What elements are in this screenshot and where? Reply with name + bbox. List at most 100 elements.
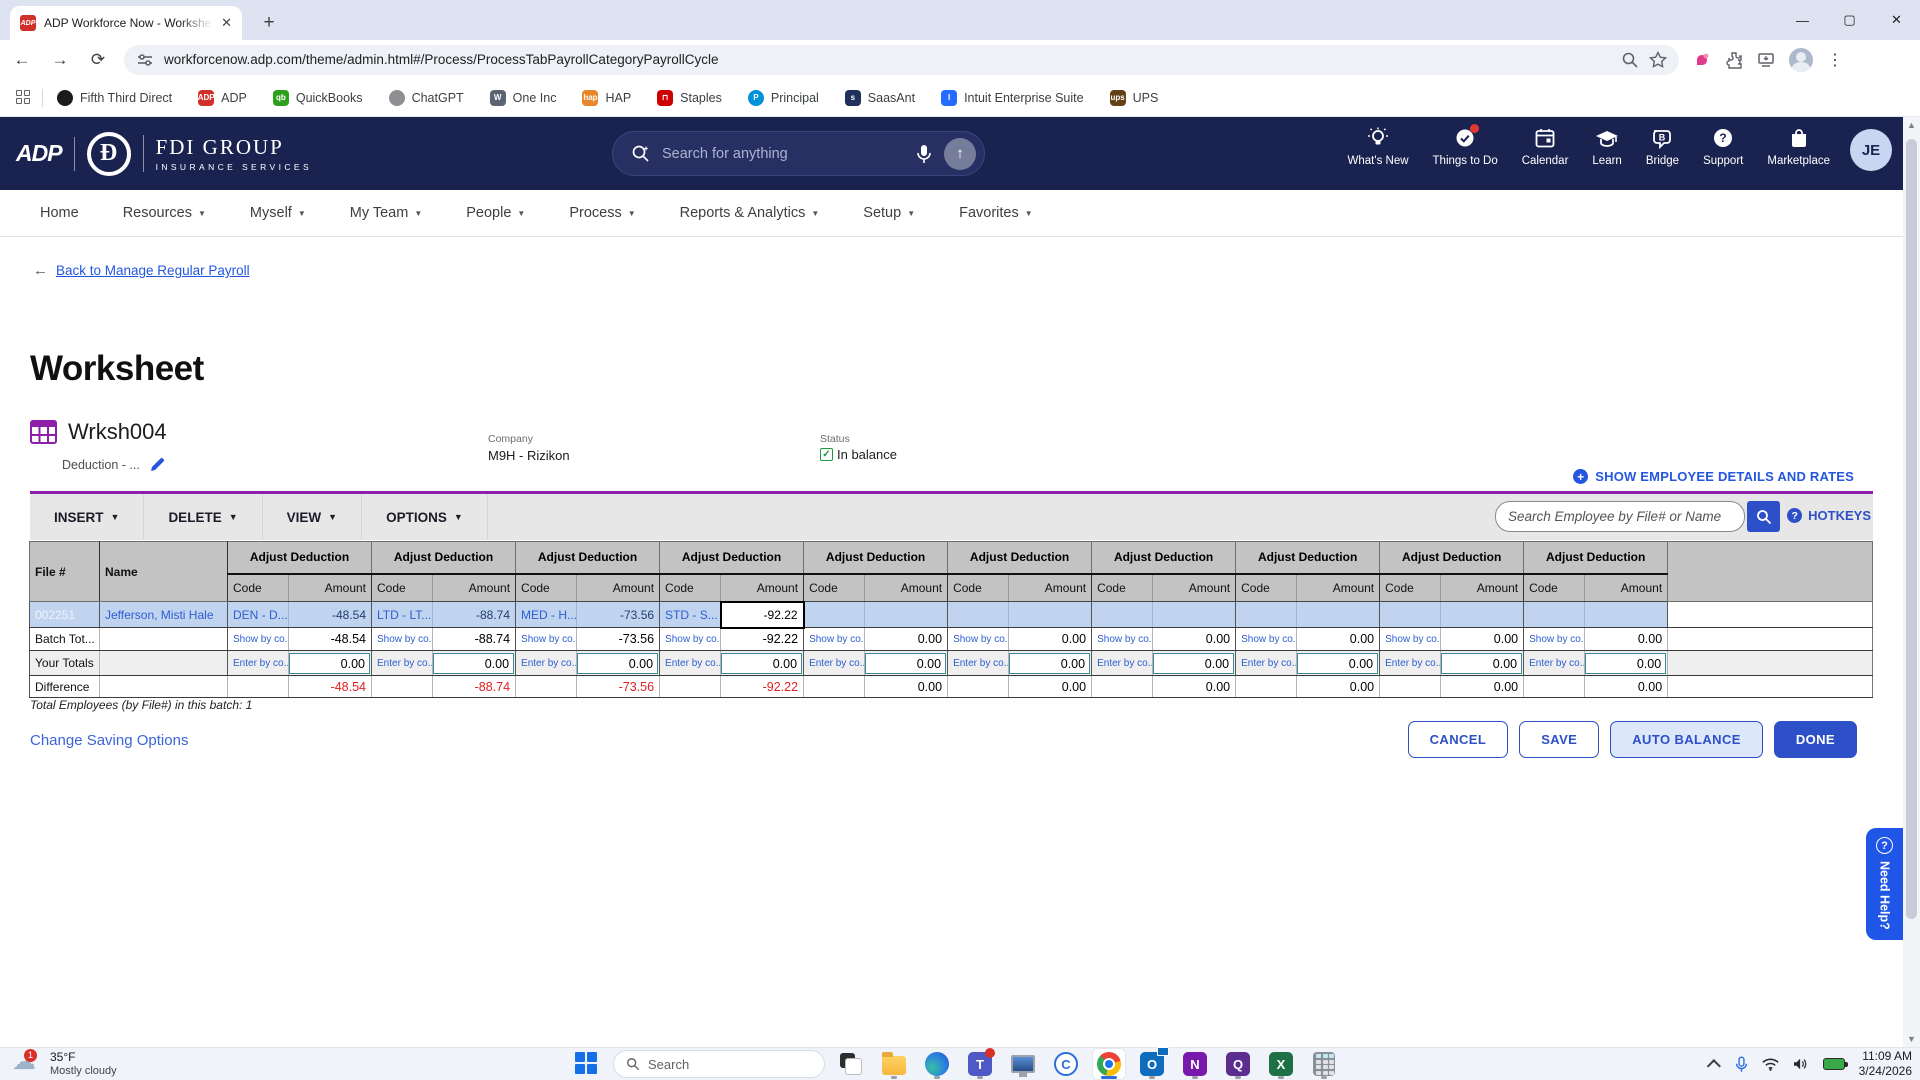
page-scrollbar[interactable]: ▲ ▼ [1903, 117, 1920, 1047]
enter-by-code-link[interactable]: Enter by co... [372, 651, 433, 676]
battery-icon[interactable] [1823, 1058, 1845, 1070]
microphone-icon[interactable] [916, 144, 932, 164]
show-by-code-link[interactable]: Show by co... [804, 628, 865, 651]
your-total-input[interactable]: 0.00 [865, 653, 946, 674]
scroll-up-icon[interactable]: ▲ [1903, 117, 1920, 133]
bookmark-item[interactable]: qbQuickBooks [273, 90, 363, 106]
search-submit-button[interactable]: ↑ [944, 138, 976, 170]
deduction-code-cell[interactable] [1092, 602, 1153, 628]
taskbar-clock[interactable]: 11:09 AM 3/24/2026 [1859, 1049, 1912, 1079]
enter-by-code-link[interactable]: Enter by co... [948, 651, 1009, 676]
show-by-code-link[interactable]: Show by co... [228, 628, 289, 651]
header-action-learn[interactable]: Learn [1592, 127, 1621, 167]
back-link-text[interactable]: Back to Manage Regular Payroll [56, 263, 250, 278]
nav-item-favorites[interactable]: Favorites▼ [959, 205, 1033, 221]
deduction-code-cell[interactable] [1236, 602, 1297, 628]
employee-file-number[interactable]: 002251 [30, 602, 100, 628]
calculator-icon[interactable] [1307, 1048, 1341, 1080]
forward-icon[interactable]: → [44, 44, 76, 76]
show-employee-details-link[interactable]: + SHOW EMPLOYEE DETAILS AND RATES [1573, 469, 1854, 484]
deduction-amount-cell[interactable] [1153, 602, 1236, 628]
nav-item-process[interactable]: Process▼ [569, 205, 635, 221]
nav-item-myself[interactable]: Myself▼ [250, 205, 306, 221]
deduction-code-cell[interactable] [948, 602, 1009, 628]
browser-tab[interactable]: ADP ADP Workforce Now - Workshe ✕ [10, 6, 242, 40]
enter-by-code-link[interactable]: Enter by co... [228, 651, 289, 676]
your-total-input[interactable]: 0.00 [433, 653, 514, 674]
browser-profile-avatar[interactable] [1789, 48, 1813, 72]
site-info-icon[interactable] [136, 51, 154, 69]
bookmark-item[interactable]: upsUPS [1110, 90, 1159, 106]
edit-pencil-icon[interactable] [150, 457, 165, 472]
show-by-code-link[interactable]: Show by co... [372, 628, 433, 651]
header-action-calendar[interactable]: Calendar [1522, 127, 1569, 167]
zoom-icon[interactable] [1621, 51, 1639, 69]
browser-menu-icon[interactable]: ⋮ [1827, 50, 1843, 70]
header-action-marketplace[interactable]: Marketplace [1767, 127, 1830, 167]
header-action-support[interactable]: ?Support [1703, 127, 1743, 167]
enter-by-code-link[interactable]: Enter by co... [1236, 651, 1297, 676]
bookmark-item[interactable]: sSaasAnt [845, 90, 915, 106]
deduction-amount-cell[interactable]: -88.74 [433, 602, 516, 628]
deduction-code-cell[interactable]: LTD - LT... [372, 602, 433, 628]
wifi-icon[interactable] [1762, 1058, 1779, 1071]
task-view-icon[interactable] [834, 1048, 868, 1080]
your-total-input[interactable]: 0.00 [1153, 653, 1234, 674]
hotkeys-button[interactable]: ? HOTKEYS [1787, 508, 1871, 523]
nav-item-setup[interactable]: Setup▼ [863, 205, 915, 221]
show-by-code-link[interactable]: Show by co... [1524, 628, 1585, 651]
your-total-input[interactable]: 0.00 [289, 653, 370, 674]
enter-by-code-link[interactable]: Enter by co... [516, 651, 577, 676]
onenote-icon[interactable]: N [1178, 1048, 1212, 1080]
deduction-amount-cell[interactable]: -48.54 [289, 602, 372, 628]
auto-balance-button[interactable]: AUTO BALANCE [1610, 721, 1763, 758]
bookmark-item[interactable]: ADPADP [198, 90, 247, 106]
deduction-code-cell[interactable] [1524, 602, 1585, 628]
show-by-code-link[interactable]: Show by co... [1236, 628, 1297, 651]
tray-expand-icon[interactable] [1706, 1059, 1720, 1073]
adp-logo[interactable]: ADP [16, 140, 62, 167]
show-by-code-link[interactable]: Show by co... [948, 628, 1009, 651]
save-button[interactable]: SAVE [1519, 721, 1599, 758]
bookmark-item[interactable]: PPrincipal [748, 90, 819, 106]
show-by-code-link[interactable]: Show by co... [1380, 628, 1441, 651]
reload-icon[interactable]: ⟳ [82, 44, 114, 76]
speaker-icon[interactable] [1793, 1057, 1809, 1071]
outlook-icon[interactable]: O [1135, 1048, 1169, 1080]
employee-search-button[interactable] [1747, 501, 1780, 532]
bookmark-item[interactable]: ChatGPT [389, 90, 464, 106]
remote-desktop-icon[interactable] [1006, 1048, 1040, 1080]
your-total-input[interactable]: 0.00 [1441, 653, 1522, 674]
global-search-bar[interactable]: Search for anything ↑ [612, 131, 985, 176]
nav-item-reports-analytics[interactable]: Reports & Analytics▼ [680, 205, 820, 221]
your-total-input[interactable]: 0.00 [1297, 653, 1378, 674]
device-download-icon[interactable] [1757, 51, 1775, 69]
deduction-amount-cell[interactable] [1441, 602, 1524, 628]
employee-name[interactable]: Jefferson, Misti Hale [100, 602, 228, 628]
address-bar[interactable]: workforcenow.adp.com/theme/admin.html#/P… [124, 45, 1679, 75]
bookmark-star-icon[interactable] [1649, 51, 1667, 69]
need-help-button[interactable]: ? Need Help? [1866, 828, 1903, 940]
deduction-code-cell[interactable] [1380, 602, 1441, 628]
deduction-code-cell[interactable] [804, 602, 865, 628]
deduction-amount-cell[interactable] [1009, 602, 1092, 628]
your-total-input[interactable]: 0.00 [577, 653, 658, 674]
file-explorer-icon[interactable] [877, 1048, 911, 1080]
close-button[interactable]: ✕ [1873, 0, 1920, 40]
copilot-icon[interactable]: C [1049, 1048, 1083, 1080]
pink-extension-icon[interactable] [1693, 51, 1711, 69]
cancel-button[interactable]: CANCEL [1408, 721, 1509, 758]
extensions-puzzle-icon[interactable] [1725, 51, 1743, 69]
toolbar-menu-options[interactable]: OPTIONS▼ [362, 494, 488, 540]
apps-grid-icon[interactable] [16, 90, 32, 106]
done-button[interactable]: DONE [1774, 721, 1857, 758]
header-action-whats-new[interactable]: What's New [1348, 127, 1409, 167]
bookmark-item[interactable]: IIntuit Enterprise Suite [941, 90, 1084, 106]
bookmark-item[interactable]: hapHAP [582, 90, 631, 106]
toolbar-menu-insert[interactable]: INSERT▼ [30, 494, 144, 540]
deduction-amount-cell[interactable] [1297, 602, 1380, 628]
bookmark-item[interactable]: WOne Inc [490, 90, 557, 106]
toolbar-menu-view[interactable]: VIEW▼ [263, 494, 362, 540]
your-total-input[interactable]: 0.00 [1585, 653, 1666, 674]
toolbar-menu-delete[interactable]: DELETE▼ [144, 494, 262, 540]
